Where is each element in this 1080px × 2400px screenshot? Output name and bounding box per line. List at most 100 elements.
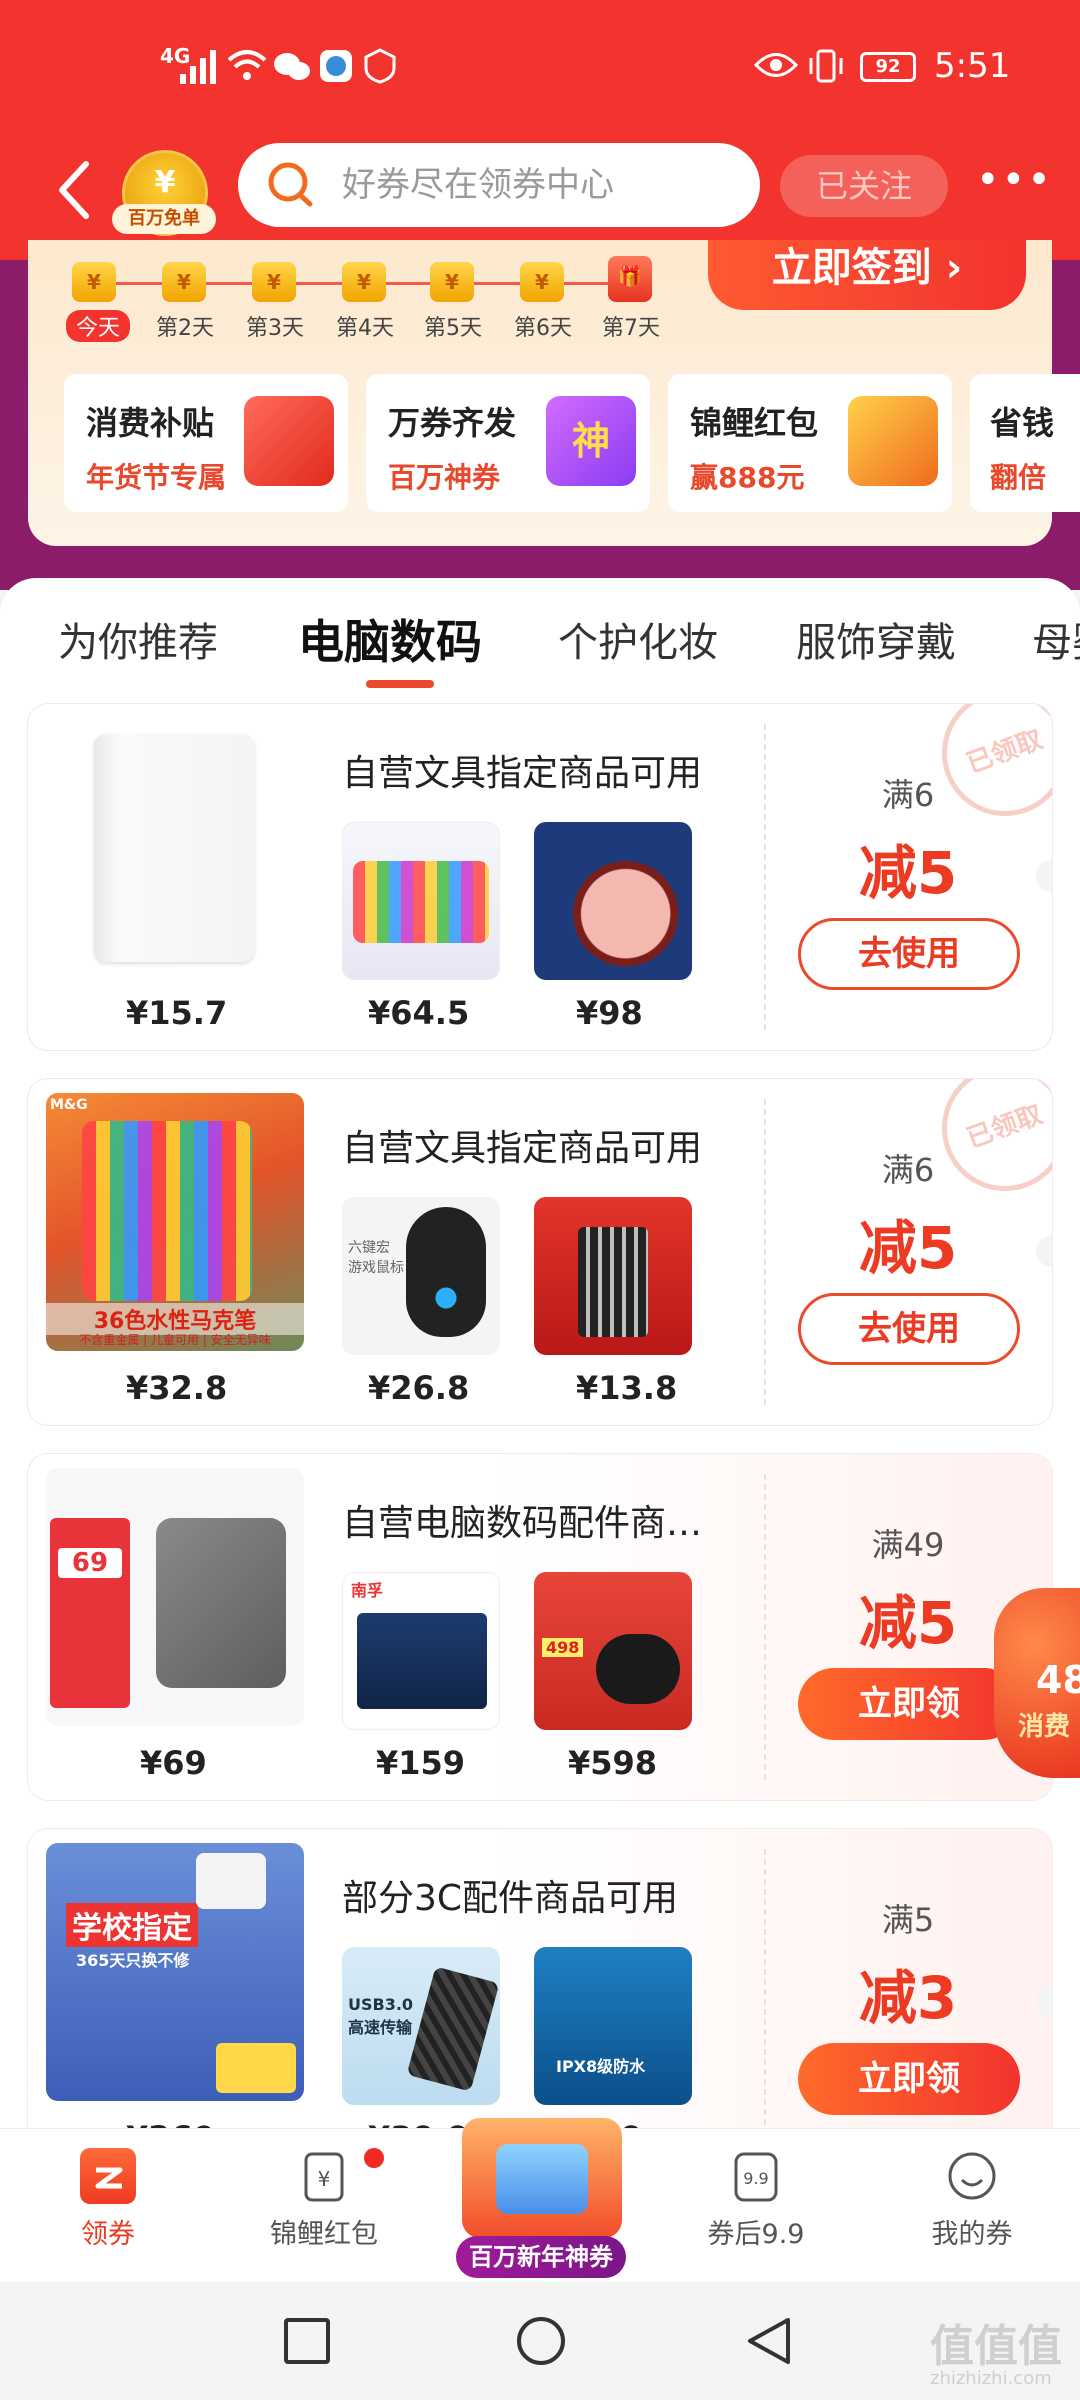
benefit-card-redpacket[interactable]: 锦鲤红包 赢888元 — [668, 374, 952, 512]
earbuds-case-shape — [596, 1634, 680, 1704]
svg-text:¥: ¥ — [318, 2167, 331, 2191]
coupon-amount: 减3 — [858, 1964, 958, 2032]
nav-new-year-coupon[interactable]: 百万新年神券 — [456, 2236, 626, 2278]
signin-day-3[interactable]: ¥ 第3天 — [246, 262, 304, 342]
nav-coupons[interactable]: 领券 — [28, 2148, 188, 2251]
camera-shape — [196, 1853, 266, 1909]
floating-red-bag[interactable]: 48 消费 — [986, 1588, 1080, 1784]
promo-badge — [216, 2043, 296, 2093]
tab-active-indicator — [366, 680, 434, 688]
day-label: 第6天 — [514, 316, 572, 341]
signin-day-5[interactable]: ¥ 第5天 — [424, 262, 482, 342]
benefit-subtitle: 翻倍 — [990, 461, 1047, 494]
coupon-card[interactable]: 69 ¥69 自营电脑数码配件商… 南孚 ¥159 498 ¥598 满49 减… — [28, 1454, 1052, 1800]
product-image-pens[interactable] — [534, 1197, 692, 1355]
system-nav-bar — [0, 2282, 1080, 2400]
use-coupon-button[interactable]: 去使用 — [798, 1293, 1020, 1365]
benefit-card-subsidy[interactable]: 消费补贴 年货节专属 — [64, 374, 348, 512]
recent-apps-icon[interactable] — [282, 2316, 332, 2366]
avatar-label: 百万免单 — [112, 204, 216, 234]
product-image-mousepad[interactable]: 69 — [46, 1468, 304, 1726]
nav-my-coupons[interactable]: 我的券 — [892, 2148, 1052, 2251]
product-image-batteries[interactable]: 南孚 — [342, 1572, 500, 1730]
eye-icon — [754, 53, 798, 77]
benefit-card-coupons[interactable]: 万券齐发 百万神券 神 — [366, 374, 650, 512]
more-menu-button[interactable]: ••• — [976, 160, 1051, 210]
day-label: 第2天 — [156, 316, 214, 341]
image-subcaption: 不含重金属 | 儿童可用 | 安全无异味 — [79, 1333, 271, 1347]
product-image-crayons[interactable] — [342, 822, 500, 980]
tab-baby[interactable]: 母婴 — [1032, 610, 1080, 668]
signin-button[interactable]: 立即签到 › — [708, 240, 1026, 310]
enclosure-shape — [406, 1966, 500, 2092]
follow-button[interactable]: 已关注 — [780, 155, 948, 217]
back-nav-icon[interactable] — [742, 2314, 796, 2368]
signin-day-4[interactable]: ¥ 第4天 — [336, 262, 394, 342]
mousepad-shape — [156, 1518, 286, 1688]
nav-label: 我的券 — [931, 2219, 1013, 2250]
product-image-notebook[interactable] — [94, 734, 254, 962]
product-image-earbuds[interactable]: 498 — [534, 1572, 692, 1730]
coupon-title: 自营文具指定商品可用 — [342, 1128, 703, 1169]
pens-shape — [578, 1227, 648, 1337]
coupon-card[interactable]: ¥15.7 自营文具指定商品可用 ¥64.5 ¥98 满6 减5 去使用 已领取 — [28, 704, 1052, 1050]
coupon-card[interactable]: 学校指定 365天只换不修 ¥260 部分3C配件商品可用 USB3.0 高速传… — [28, 1829, 1052, 2149]
coupon-tab-icon — [80, 2148, 136, 2204]
clock: 5:51 — [934, 46, 1011, 86]
day-label: 第4天 — [336, 316, 394, 341]
tab-recommended[interactable]: 为你推荐 — [58, 610, 218, 668]
promo-price: 498 — [542, 1638, 584, 1657]
wifi-icon — [227, 50, 267, 80]
nav-lucky-redpacket[interactable]: ¥ 锦鲤红包 — [244, 2148, 404, 2251]
tab-apparel[interactable]: 服饰穿戴 — [796, 610, 956, 668]
product-price: ¥64.5 — [368, 994, 470, 1032]
battery-level: 92 — [875, 56, 901, 77]
signin-day-6[interactable]: ¥ 第6天 — [514, 262, 572, 342]
promo-tag: 69 — [50, 1518, 130, 1708]
signin-day-2[interactable]: ¥ 第2天 — [156, 262, 214, 342]
signin-day-1[interactable]: ¥ 今天 — [66, 262, 131, 342]
product-image-swim-headphones[interactable]: IPX8级防水 — [534, 1947, 692, 2105]
gift-icon — [244, 396, 334, 486]
coupon-title: 部分3C配件商品可用 — [342, 1878, 679, 1919]
smiley-icon — [944, 2148, 1000, 2204]
image-caption: 学校指定 — [66, 1903, 198, 1947]
product-price: ¥32.8 — [126, 1369, 228, 1407]
coin-icon: ¥ — [252, 262, 296, 302]
product-image-markers[interactable]: M&G 36色水性马克笔 不含重金属 | 儿童可用 | 安全无异味 — [46, 1093, 304, 1351]
home-icon[interactable] — [514, 2314, 568, 2368]
product-price: ¥598 — [568, 1744, 658, 1782]
product-image-hdd-enclosure[interactable]: USB3.0 高速传输 — [342, 1947, 500, 2105]
gift-box-icon: 🎁 — [608, 256, 652, 302]
benefit-card-savings[interactable]: 省钱 翻倍 — [970, 374, 1080, 512]
price-tag-icon: 9.9 — [728, 2148, 784, 2204]
coin-icon: ¥ — [72, 262, 116, 302]
use-coupon-button[interactable]: 去使用 — [798, 918, 1020, 990]
status-bar: 4G 92 5:51 — [0, 0, 1080, 130]
product-price: ¥159 — [376, 1744, 466, 1782]
coin-icon: ¥ — [520, 262, 564, 302]
nav-label: 领券 — [81, 2219, 135, 2250]
claim-coupon-button[interactable]: 立即领 — [798, 2043, 1020, 2115]
product-image-globe[interactable] — [534, 822, 692, 980]
search-input[interactable]: 好券尽在领券中心 — [342, 160, 614, 210]
back-button[interactable] — [40, 150, 110, 230]
coupon-title: 自营文具指定商品可用 — [342, 753, 703, 794]
nav-after-coupon-9-9[interactable]: 9.9 券后9.9 — [676, 2148, 836, 2251]
image-caption: IPX8级防水 — [556, 2057, 646, 2076]
coin-icon: ¥ — [342, 262, 386, 302]
signin-day-7[interactable]: 🎁 第7天 — [602, 256, 660, 342]
day-label: 今天 — [66, 310, 131, 342]
mouse-shape — [406, 1207, 486, 1337]
product-image-camera[interactable]: 学校指定 365天只换不修 — [46, 1843, 304, 2101]
tab-computers-digital[interactable]: 电脑数码 — [298, 606, 482, 672]
benefit-title: 省钱 — [990, 404, 1055, 442]
coin-icon: ¥ — [430, 262, 474, 302]
product-price: ¥69 — [140, 1744, 207, 1782]
coupon-ticket-icon: 神 — [546, 396, 636, 486]
tab-personal-care[interactable]: 个护化妆 — [558, 610, 718, 668]
coupon-condition: 满49 — [871, 1526, 945, 1564]
coupon-card[interactable]: M&G 36色水性马克笔 不含重金属 | 儿童可用 | 安全无异味 ¥32.8 … — [28, 1079, 1052, 1425]
product-image-gaming-mouse[interactable]: 六键宏 游戏鼠标 — [342, 1197, 500, 1355]
wechat-icon — [274, 53, 310, 80]
